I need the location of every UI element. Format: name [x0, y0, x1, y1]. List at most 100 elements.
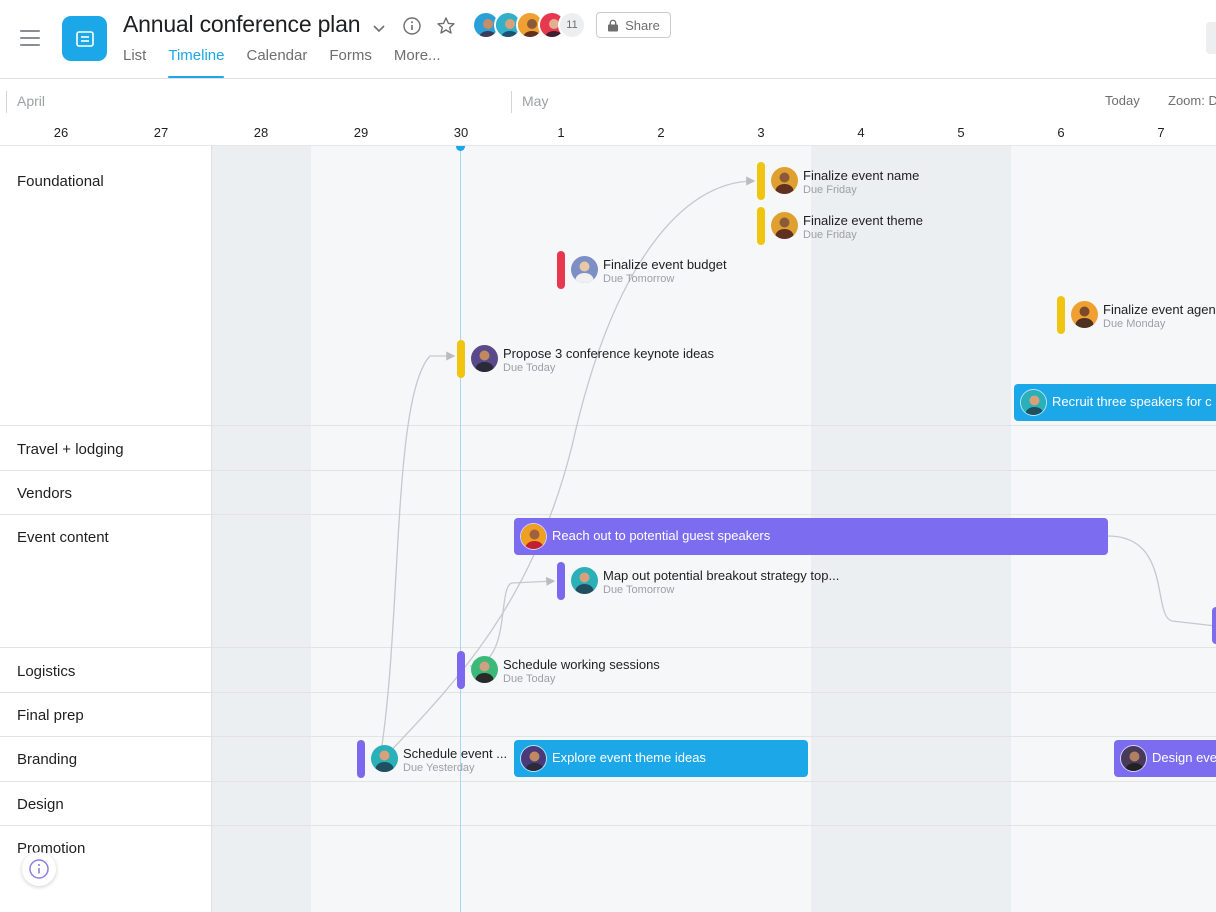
section-logistics[interactable]: Logistics — [0, 648, 212, 693]
avatar — [571, 256, 598, 283]
hamburger-icon[interactable] — [20, 28, 42, 48]
row-divider — [212, 825, 1216, 826]
section-design[interactable]: Design — [0, 782, 212, 826]
member-count-badge[interactable]: 11 — [558, 11, 586, 39]
page-title: Annual conference plan — [123, 11, 361, 37]
task-bar-label: Reach out to potential guest speakers — [552, 528, 771, 543]
row-divider — [212, 514, 1216, 515]
avatar — [471, 656, 498, 683]
task-name: Finalize event budget — [603, 257, 727, 272]
task-marker[interactable] — [457, 340, 465, 378]
task-map-breakout-strategy[interactable]: Map out potential breakout strategy top.… — [557, 562, 861, 602]
list-icon — [62, 16, 107, 61]
section-label: Logistics — [17, 663, 76, 680]
section-label: Branding — [17, 751, 78, 768]
day-label: 4 — [857, 125, 865, 140]
task-marker[interactable] — [357, 740, 365, 778]
timeline-header: April May Today Zoom: D 26 27 28 29 30 1… — [0, 79, 1216, 146]
day-label: 7 — [1157, 125, 1165, 140]
task-marker[interactable] — [557, 251, 565, 289]
section-label: Final prep — [17, 707, 84, 724]
task-due: Due Yesterday — [403, 762, 475, 774]
avatar — [371, 745, 398, 772]
task-name: Schedule event ... — [403, 746, 508, 761]
task-name: Finalize event agend — [1103, 302, 1216, 317]
task-propose-keynote-ideas[interactable]: Propose 3 conference keynote ideas Due T… — [457, 340, 731, 380]
tab-calendar[interactable]: Calendar — [246, 47, 307, 79]
day-label: 27 — [153, 125, 169, 140]
row-divider — [212, 647, 1216, 648]
app-window: Annual conference plan List Timeline Cal… — [0, 0, 1216, 912]
task-marker[interactable] — [1057, 296, 1065, 334]
day-label: 6 — [1057, 125, 1065, 140]
customize-button[interactable] — [1206, 22, 1216, 54]
avatar — [520, 523, 547, 550]
task-name: Schedule working sessions — [503, 657, 660, 672]
row-divider — [212, 692, 1216, 693]
section-final-prep[interactable]: Final prep — [0, 693, 212, 737]
task-name: Map out potential breakout strategy top.… — [603, 568, 840, 583]
task-due: Due Today — [503, 362, 556, 374]
section-vendors[interactable]: Vendors — [0, 471, 212, 515]
row-divider — [212, 425, 1216, 426]
task-finalize-event-budget[interactable]: Finalize event budget Due Tomorrow — [557, 251, 761, 291]
day-label: 30 — [453, 125, 469, 140]
task-bar-reach-out-speakers[interactable]: Reach out to potential guest speakers — [514, 518, 1108, 555]
avatar — [771, 167, 798, 194]
task-finalize-event-theme[interactable]: Finalize event theme Due Friday — [757, 207, 961, 247]
avatar — [1020, 389, 1047, 416]
task-bar-offscreen[interactable] — [1212, 607, 1216, 644]
today-button[interactable]: Today — [1105, 93, 1140, 108]
today-marker-line — [456, 146, 465, 912]
task-due: Due Friday — [803, 184, 857, 196]
day-label: 29 — [353, 125, 369, 140]
avatar — [571, 567, 598, 594]
section-event-content[interactable]: Event content — [0, 515, 212, 648]
avatar — [471, 345, 498, 372]
lock-icon — [608, 19, 619, 31]
task-due: Due Tomorrow — [603, 273, 675, 285]
star-icon[interactable] — [434, 14, 458, 38]
avatar — [1120, 745, 1147, 772]
task-bar-label: Design eve — [1152, 750, 1216, 765]
tab-timeline[interactable]: Timeline — [168, 47, 225, 79]
task-bar-explore-theme[interactable]: Explore event theme ideas — [514, 740, 808, 777]
task-name: Finalize event name — [803, 168, 920, 183]
avatar — [771, 212, 798, 239]
section-travel-lodging[interactable]: Travel + lodging — [0, 426, 212, 471]
task-marker[interactable] — [757, 207, 765, 245]
task-schedule-event[interactable]: Schedule event ... Due Yesterday — [357, 740, 511, 780]
section-foundational[interactable]: Foundational — [0, 146, 212, 426]
tab-more[interactable]: More... — [394, 47, 441, 79]
tab-list[interactable]: List — [123, 47, 146, 79]
row-divider — [212, 470, 1216, 471]
section-branding[interactable]: Branding — [0, 737, 212, 782]
timeline-grid: Finalize event name Due Friday Finalize … — [212, 146, 1216, 912]
today-marker-dot — [456, 146, 465, 151]
chevron-down-icon[interactable] — [367, 16, 391, 40]
task-marker[interactable] — [757, 162, 765, 200]
task-finalize-event-name[interactable]: Finalize event name Due Friday — [757, 162, 961, 202]
task-bar-design-event[interactable]: Design eve — [1114, 740, 1216, 777]
day-label: 1 — [557, 125, 565, 140]
section-label: Vendors — [17, 485, 73, 502]
project-members[interactable]: 11 — [472, 11, 592, 41]
info-icon[interactable] — [400, 14, 424, 38]
zoom-dropdown[interactable]: Zoom: D — [1168, 93, 1216, 108]
task-due: Due Today — [503, 673, 556, 685]
share-button[interactable]: Share — [596, 12, 671, 38]
task-finalize-event-agenda[interactable]: Finalize event agend Due Monday — [1057, 296, 1216, 336]
day-label: 5 — [957, 125, 965, 140]
avatar — [520, 745, 547, 772]
task-bar-recruit-speakers[interactable]: Recruit three speakers for c — [1014, 384, 1216, 421]
day-label: 3 — [757, 125, 765, 140]
section-label: Event content — [17, 529, 109, 546]
task-schedule-working-sessions[interactable]: Schedule working sessions Due Today — [457, 651, 701, 691]
tab-forms[interactable]: Forms — [329, 47, 372, 79]
task-marker[interactable] — [557, 562, 565, 600]
task-marker[interactable] — [457, 651, 465, 689]
task-name: Propose 3 conference keynote ideas — [503, 346, 715, 361]
day-label: 28 — [253, 125, 269, 140]
info-circle-icon[interactable] — [22, 852, 56, 886]
task-name: Finalize event theme — [803, 213, 923, 228]
